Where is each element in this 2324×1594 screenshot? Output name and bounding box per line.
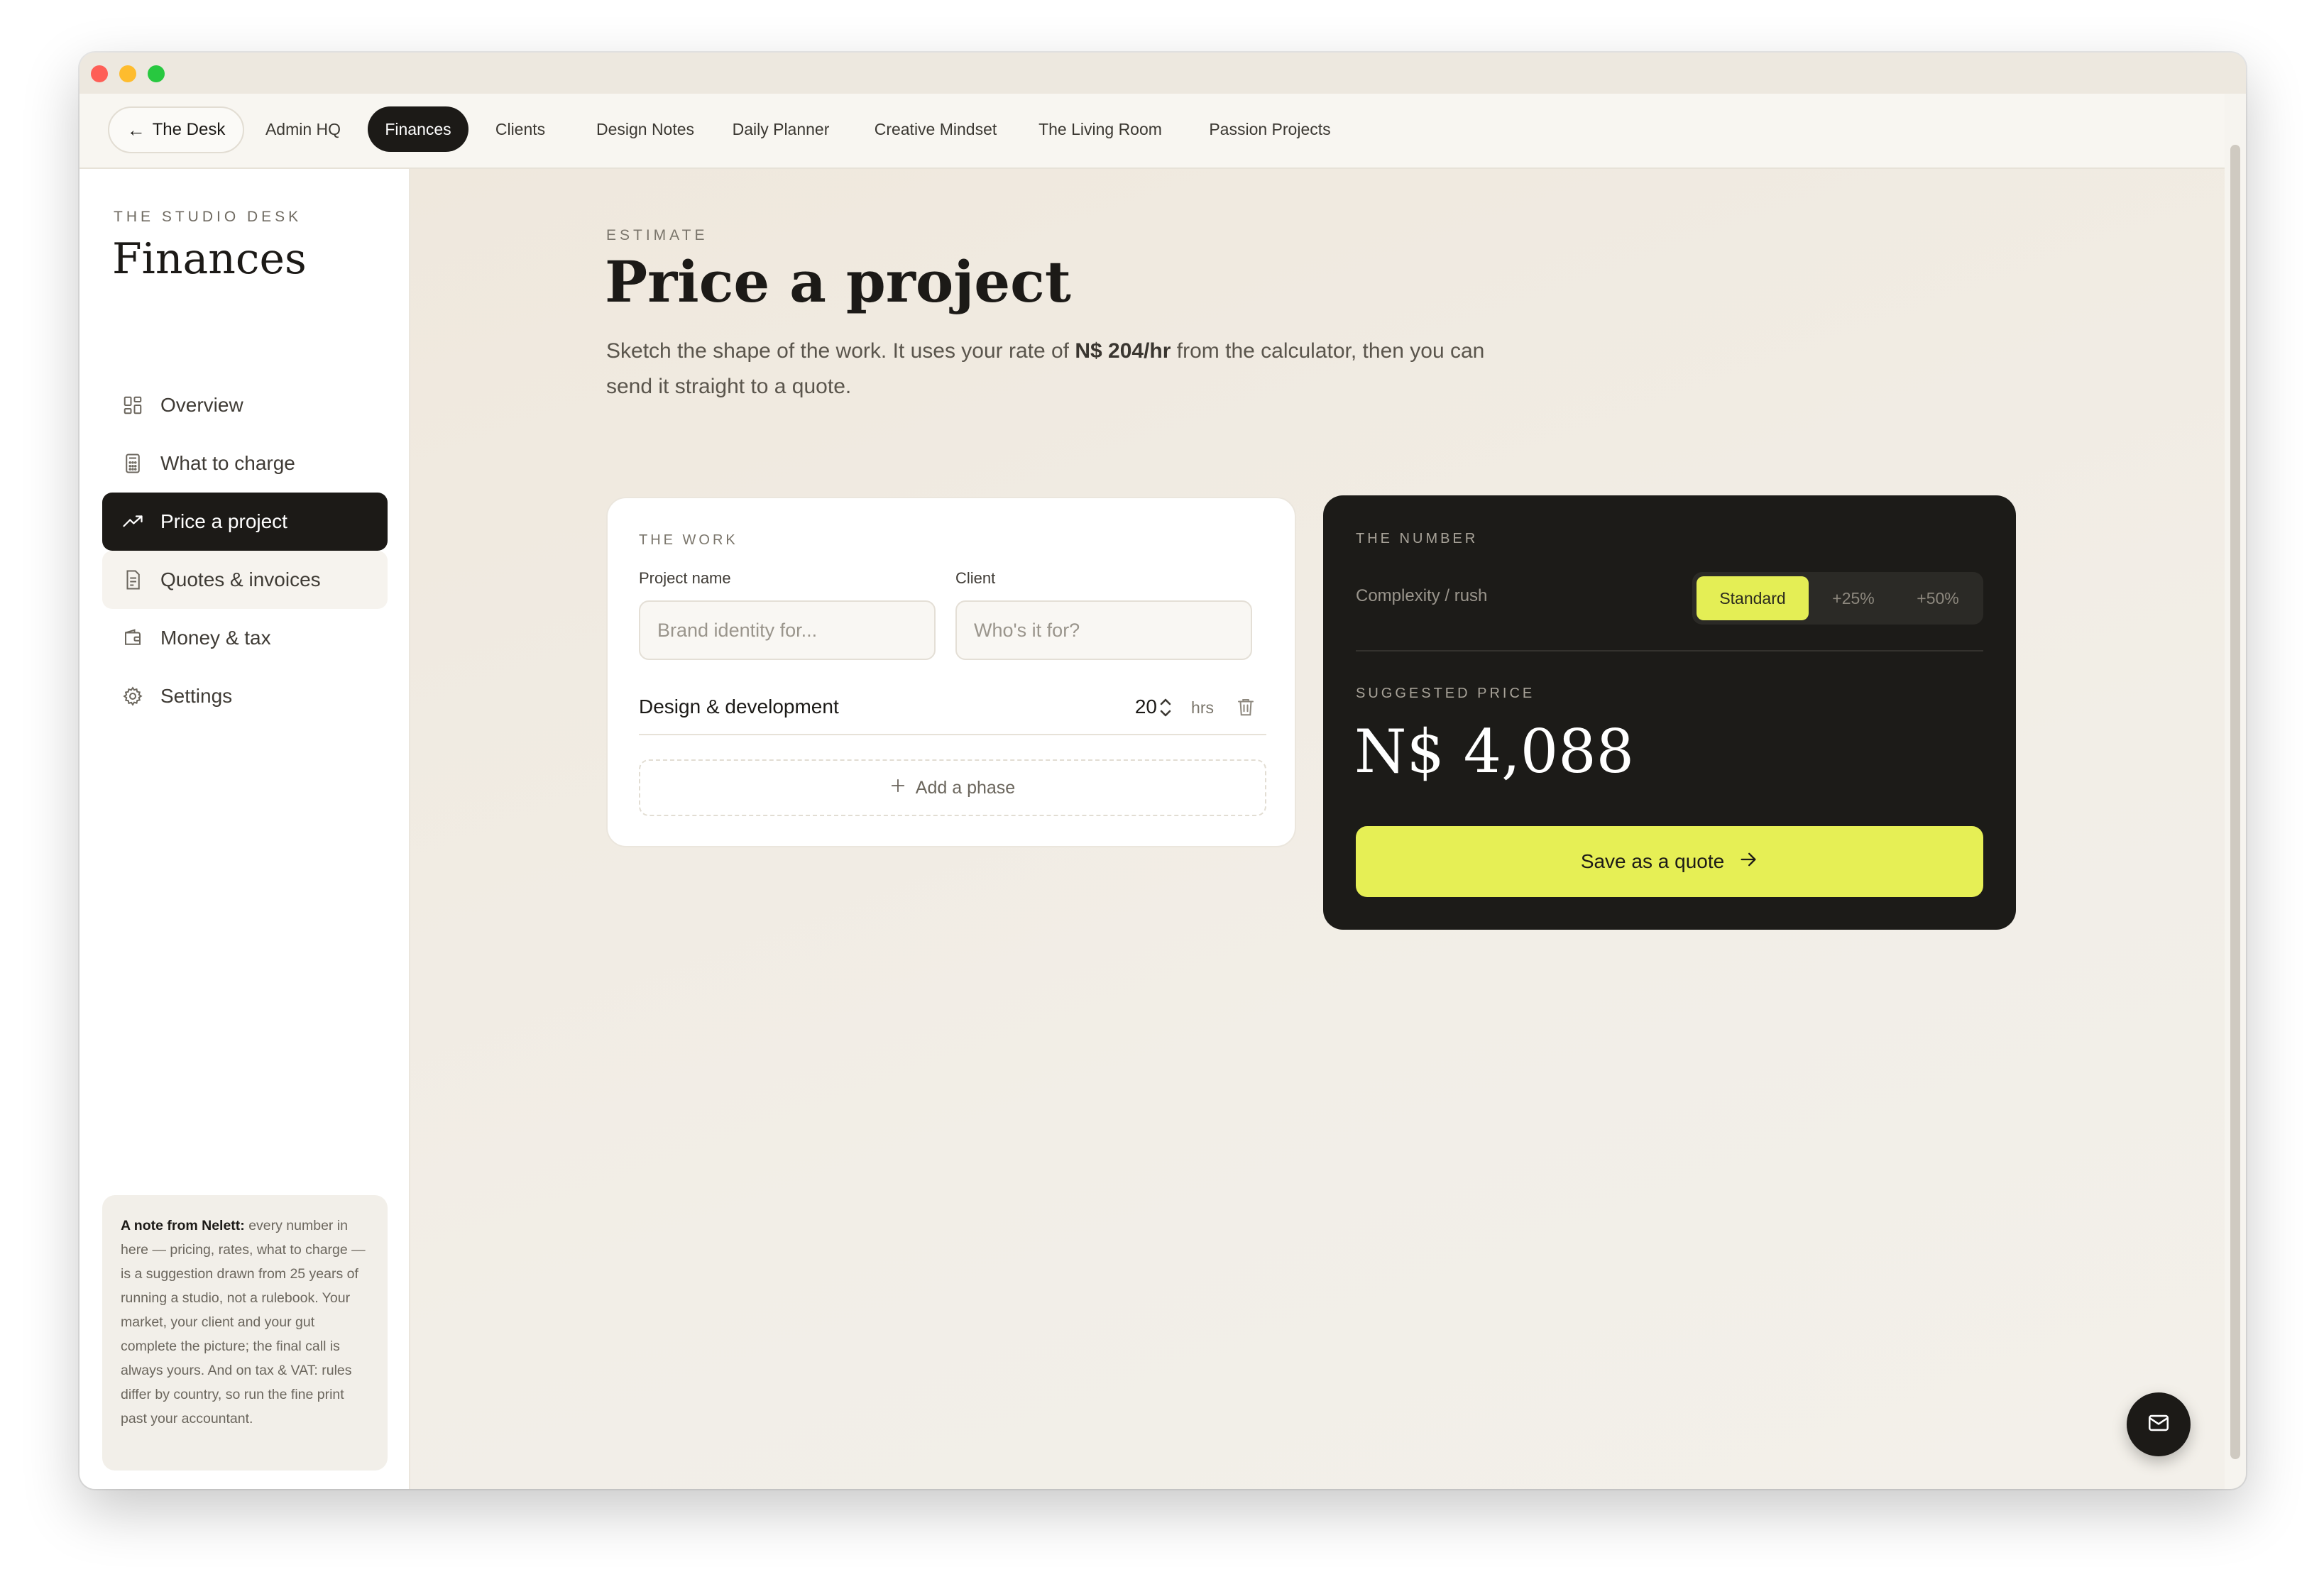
- tab-the-living-room[interactable]: The Living Room: [1035, 106, 1166, 152]
- add-phase-label: Add a phase: [915, 777, 1016, 798]
- number-card-label: THE NUMBER: [1356, 531, 1479, 546]
- phase-hours-unit: hrs: [1191, 698, 1214, 717]
- tab-admin-hq[interactable]: Admin HQ: [256, 106, 351, 152]
- project-name-label: Project name: [639, 569, 731, 587]
- save-as-quote-label: Save as a quote: [1580, 850, 1725, 872]
- sidebar-kicker: THE STUDIO DESK: [114, 209, 302, 225]
- plus-icon: [890, 778, 906, 798]
- sidebar-item-price-a-project[interactable]: Price a project: [102, 493, 388, 551]
- note-body: every number in here — pricing, rates, w…: [121, 1218, 366, 1427]
- hours-stepper-icon[interactable]: [1157, 696, 1174, 720]
- scrollbar[interactable]: [2225, 94, 2246, 1489]
- sidebar-item-money-tax[interactable]: Money & tax: [102, 609, 388, 667]
- complexity-25-option[interactable]: +25%: [1814, 576, 1892, 620]
- client-input[interactable]: Who's it for?: [955, 600, 1252, 660]
- tab-creative-mindset[interactable]: Creative Mindset: [867, 106, 1004, 152]
- note-lead: A note from Nelett:: [121, 1218, 245, 1233]
- top-navigation: ← The Desk Admin HQ Finances Clients Des…: [80, 94, 2225, 169]
- sidebar-item-label: Money & tax: [160, 627, 271, 649]
- page-description: Sketch the shape of the work. It uses yo…: [606, 334, 1501, 405]
- complexity-50-option[interactable]: +50%: [1898, 576, 1978, 620]
- document-icon: [121, 568, 145, 592]
- trash-icon[interactable]: [1235, 696, 1256, 720]
- title-bar: [80, 53, 2246, 94]
- minimize-window-button[interactable]: [119, 65, 136, 82]
- calculator-icon: [121, 451, 145, 476]
- sidebar-item-label: Settings: [160, 685, 233, 707]
- close-window-button[interactable]: [91, 65, 108, 82]
- trending-up-icon: [121, 510, 145, 534]
- sidebar: THE STUDIO DESK Finances Overview What t…: [80, 169, 410, 1489]
- page-title: Price a project: [605, 248, 1071, 315]
- complexity-label: Complexity / rush: [1356, 586, 1488, 605]
- note-from-nelett: A note from Nelett: every number in here…: [102, 1195, 388, 1471]
- mail-icon: [2147, 1411, 2171, 1439]
- back-label: The Desk: [152, 120, 226, 139]
- tab-finances[interactable]: Finances: [368, 106, 468, 152]
- tab-daily-planner[interactable]: Daily Planner: [728, 106, 833, 152]
- sidebar-item-label: Overview: [160, 394, 243, 416]
- divider: [1356, 650, 1983, 652]
- phase-row: Design & development 20 hrs: [639, 691, 1266, 735]
- arrow-right-icon: [1738, 850, 1758, 874]
- description-start: Sketch the shape of the work. It uses yo…: [606, 339, 1075, 363]
- phase-hours-input[interactable]: 20: [1135, 696, 1157, 718]
- phase-name[interactable]: Design & development: [639, 696, 839, 718]
- main-content: ESTIMATE Price a project Sketch the shap…: [410, 169, 2225, 1489]
- maximize-window-button[interactable]: [148, 65, 165, 82]
- client-label: Client: [955, 569, 996, 587]
- save-as-quote-button[interactable]: Save as a quote: [1356, 826, 1983, 897]
- suggested-price-label: SUGGESTED PRICE: [1356, 686, 1535, 701]
- sidebar-title: Finances: [112, 234, 307, 284]
- tab-passion-projects[interactable]: Passion Projects: [1202, 106, 1337, 152]
- sidebar-item-label: Quotes & invoices: [160, 568, 321, 590]
- sidebar-item-what-to-charge[interactable]: What to charge: [102, 434, 388, 493]
- work-card-label: THE WORK: [639, 532, 738, 548]
- tab-design-notes[interactable]: Design Notes: [592, 106, 698, 152]
- project-name-input[interactable]: Brand identity for...: [639, 600, 936, 660]
- tab-clients[interactable]: Clients: [483, 106, 558, 152]
- back-to-desk-button[interactable]: ← The Desk: [108, 106, 244, 153]
- sidebar-item-settings[interactable]: Settings: [102, 667, 388, 725]
- hourly-rate: N$ 204/hr: [1075, 339, 1171, 363]
- sidebar-item-label: Price a project: [160, 510, 287, 532]
- sidebar-item-quotes-invoices[interactable]: Quotes & invoices: [102, 551, 388, 609]
- work-card: THE WORK Project name Brand identity for…: [606, 497, 1296, 847]
- app-window: ← The Desk Admin HQ Finances Clients Des…: [80, 53, 2246, 1489]
- grid-icon: [121, 393, 145, 417]
- sidebar-item-label: What to charge: [160, 452, 295, 474]
- complexity-selector: Standard +25% +50%: [1692, 572, 1983, 625]
- scrollbar-thumb[interactable]: [2230, 145, 2240, 1459]
- mail-button[interactable]: [2127, 1392, 2191, 1456]
- gear-icon: [121, 684, 145, 708]
- sidebar-item-overview[interactable]: Overview: [102, 376, 388, 434]
- add-phase-button[interactable]: Add a phase: [639, 759, 1266, 816]
- number-card: THE NUMBER Complexity / rush Standard +2…: [1323, 495, 2016, 930]
- page-kicker: ESTIMATE: [606, 227, 708, 243]
- complexity-standard-option[interactable]: Standard: [1697, 576, 1809, 620]
- wallet-icon: [121, 626, 145, 650]
- suggested-price-value: N$ 4,088: [1354, 717, 1635, 786]
- arrow-left-icon: ←: [126, 119, 146, 141]
